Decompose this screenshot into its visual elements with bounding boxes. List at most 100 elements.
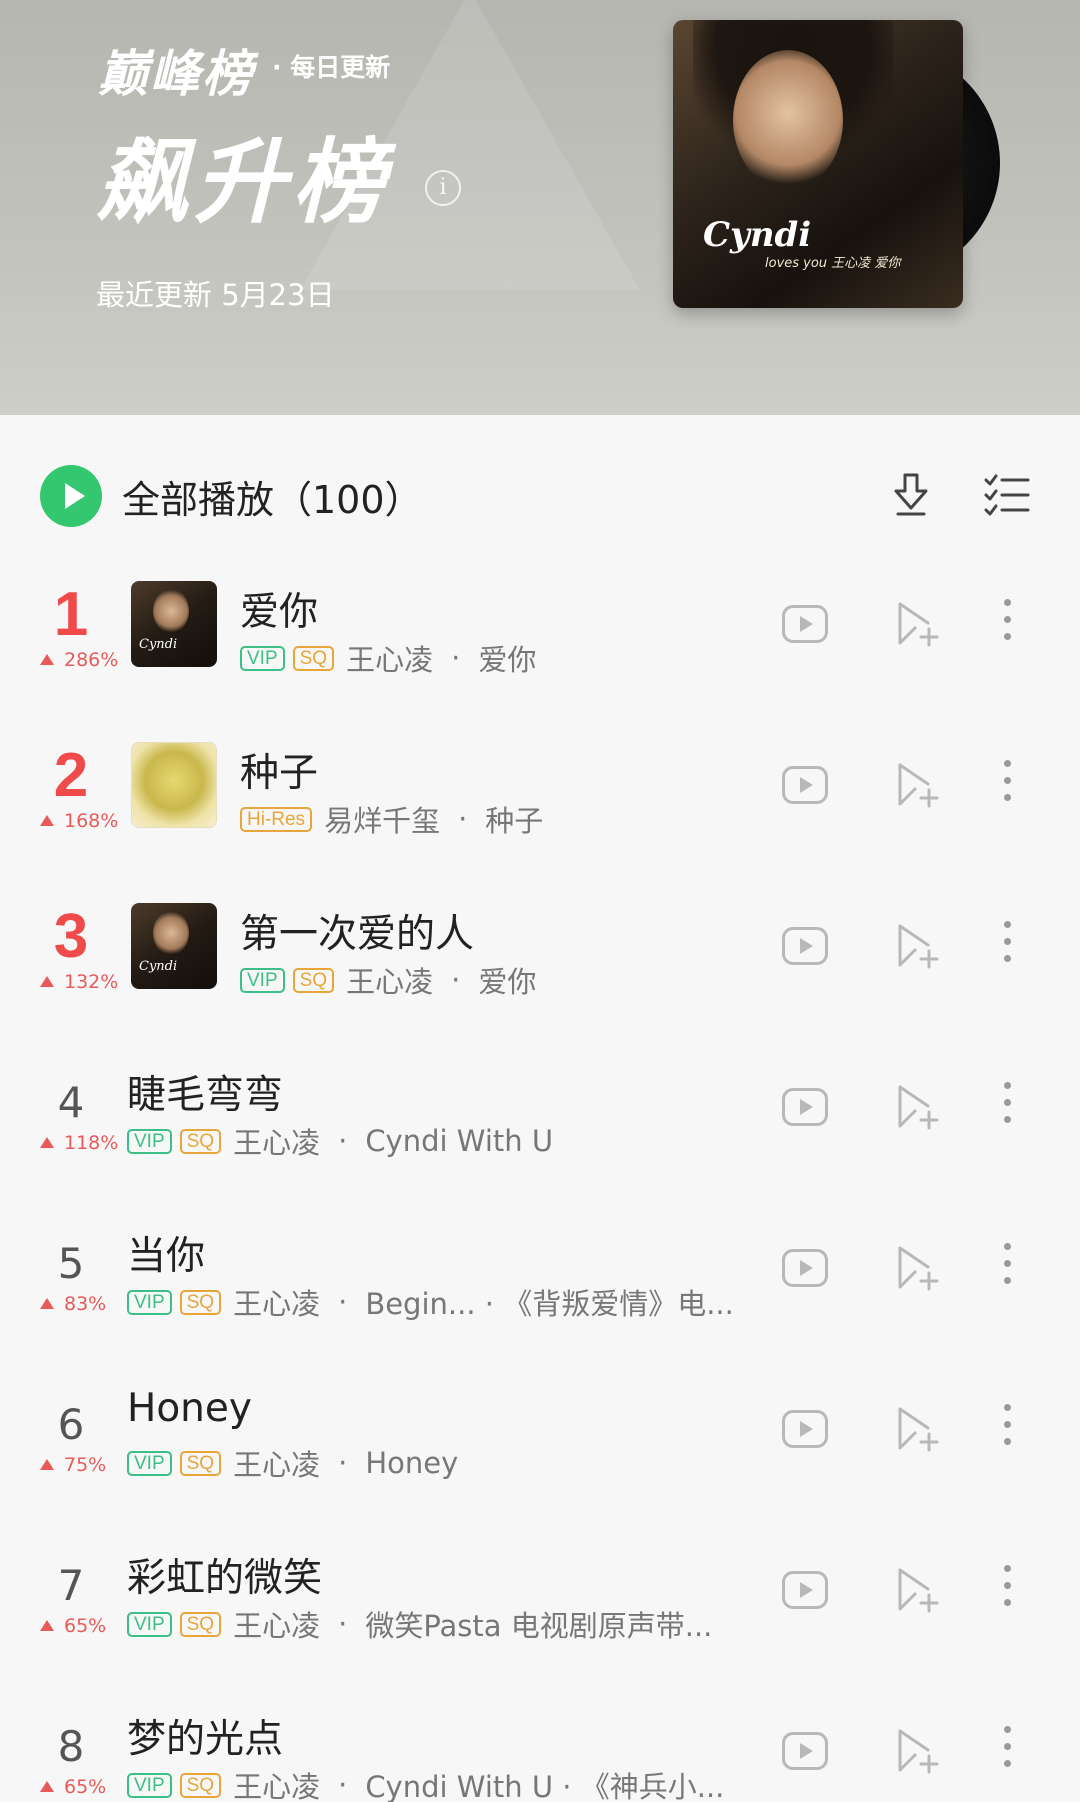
add-to-playlist-icon[interactable] xyxy=(896,1406,940,1452)
add-to-playlist-icon[interactable] xyxy=(896,1245,940,1291)
trend-up-icon xyxy=(40,1137,54,1148)
song-row[interactable]: 2 168% 种子 Hi-Res 易烊千玺 · 种子 xyxy=(0,741,1080,903)
song-album: Begin... · 《背叛爱情》电... xyxy=(365,1287,734,1321)
song-album: Cyndi With U xyxy=(365,1124,554,1158)
add-to-playlist-icon[interactable] xyxy=(896,1728,940,1774)
song-rank: 1 xyxy=(53,580,89,649)
song-title: 梦的光点 xyxy=(127,1717,284,1762)
vip-badge: VIP xyxy=(127,1450,172,1476)
more-options-icon[interactable] xyxy=(1000,921,1014,969)
trend-badge: 65% xyxy=(40,1776,106,1798)
song-row[interactable]: 8 65% 梦的光点 VIP SQ 王心凌 · Cyndi With U · 《… xyxy=(0,1708,1080,1802)
trend-up-icon xyxy=(40,976,54,987)
meta-separator: · xyxy=(451,963,461,997)
chart-header: 巅峰榜 · 每日更新 飙升榜 i 最近更新 5月23日 Cyndi loves … xyxy=(0,0,1080,415)
vip-badge: VIP xyxy=(240,645,285,671)
cover-logo-sub: loves you 王心凌 爱你 xyxy=(765,256,901,271)
sq-badge: SQ xyxy=(292,645,335,671)
vip-badge: VIP xyxy=(127,1611,172,1637)
album-cover-thumb xyxy=(131,742,217,828)
more-options-icon[interactable] xyxy=(1000,599,1014,647)
meta-separator: · xyxy=(338,1124,348,1158)
song-album: 微笑Pasta 电视剧原声带... xyxy=(365,1609,713,1643)
song-album: 爱你 xyxy=(478,643,537,677)
more-options-icon[interactable] xyxy=(1000,1726,1014,1774)
play-video-icon[interactable] xyxy=(782,1410,828,1448)
play-video-icon[interactable] xyxy=(782,766,828,804)
sq-badge: SQ xyxy=(179,1611,222,1637)
vip-badge: VIP xyxy=(127,1128,172,1154)
vip-badge: VIP xyxy=(240,967,285,993)
song-row[interactable]: 1 286% 爱你 VIP SQ 王心凌 · 爱你 xyxy=(0,580,1080,742)
song-meta: VIP SQ 王心凌 · 微笑Pasta 电视剧原声带... xyxy=(127,1603,712,1645)
play-all-label: 全部播放（100） xyxy=(122,477,423,522)
song-title: 当你 xyxy=(127,1234,206,1279)
song-meta: VIP SQ 王心凌 · Begin... · 《背叛爱情》电... xyxy=(127,1281,734,1323)
hi-res-badge: Hi-Res xyxy=(240,806,313,832)
play-video-icon[interactable] xyxy=(782,927,828,965)
song-row[interactable]: 3 132% 第一次爱的人 VIP SQ 王心凌 · 爱你 xyxy=(0,902,1080,1064)
trend-badge: 83% xyxy=(40,1293,106,1315)
add-to-playlist-icon[interactable] xyxy=(896,601,940,647)
song-row[interactable]: 6 75% Honey VIP SQ 王心凌 · Honey xyxy=(0,1386,1080,1547)
more-options-icon[interactable] xyxy=(1000,1082,1014,1130)
song-meta: VIP SQ 王心凌 · Cyndi With U xyxy=(127,1120,553,1162)
song-artist: 王心凌 xyxy=(346,643,434,677)
trend-up-icon xyxy=(40,1298,54,1309)
chart-cover-image[interactable]: Cyndi loves you 王心凌 爱你 xyxy=(673,20,963,308)
song-album: Cyndi With U · 《神兵小... xyxy=(365,1770,725,1802)
play-video-icon[interactable] xyxy=(782,1571,828,1609)
trend-badge: 118% xyxy=(40,1132,118,1154)
song-title: 彩虹的微笑 xyxy=(127,1556,323,1601)
add-to-playlist-icon[interactable] xyxy=(896,1084,940,1130)
vip-badge: VIP xyxy=(127,1289,172,1315)
meta-separator: · xyxy=(458,802,468,836)
meta-separator: · xyxy=(338,1768,348,1802)
sq-badge: SQ xyxy=(179,1289,222,1315)
song-rank: 5 xyxy=(57,1239,85,1288)
more-options-icon[interactable] xyxy=(1000,1404,1014,1452)
song-title: 爱你 xyxy=(240,590,319,635)
song-meta: VIP SQ 王心凌 · Cyndi With U · 《神兵小... xyxy=(127,1764,724,1802)
play-video-icon[interactable] xyxy=(782,1249,828,1287)
add-to-playlist-icon[interactable] xyxy=(896,762,940,808)
song-meta: VIP SQ 王心凌 · 爱你 xyxy=(240,637,536,679)
trend-badge: 286% xyxy=(40,649,118,671)
more-options-icon[interactable] xyxy=(1000,1565,1014,1613)
trend-up-icon xyxy=(40,654,54,665)
song-row[interactable]: 7 65% 彩虹的微笑 VIP SQ 王心凌 · 微笑Pasta 电视剧原声带.… xyxy=(0,1547,1080,1708)
brand-subtitle: · 每日更新 xyxy=(272,53,391,82)
play-circle-icon xyxy=(40,465,102,527)
song-row[interactable]: 5 83% 当你 VIP SQ 王心凌 · Begin... · 《背叛爱情》电… xyxy=(0,1225,1080,1386)
sq-badge: SQ xyxy=(179,1128,222,1154)
play-video-icon[interactable] xyxy=(782,605,828,643)
meta-separator: · xyxy=(338,1285,348,1319)
song-rank: 4 xyxy=(57,1078,85,1127)
download-icon[interactable] xyxy=(888,471,934,517)
song-meta: VIP SQ 王心凌 · Honey xyxy=(127,1442,458,1484)
add-to-playlist-icon[interactable] xyxy=(896,923,940,969)
play-video-icon[interactable] xyxy=(782,1732,828,1770)
meta-separator: · xyxy=(451,641,461,675)
add-to-playlist-icon[interactable] xyxy=(896,1567,940,1613)
more-options-icon[interactable] xyxy=(1000,760,1014,808)
multi-select-icon[interactable] xyxy=(984,471,1030,517)
sq-badge: SQ xyxy=(292,967,335,993)
sq-badge: SQ xyxy=(179,1772,222,1798)
trend-badge: 65% xyxy=(40,1615,106,1637)
play-video-icon[interactable] xyxy=(782,1088,828,1126)
song-artist: 王心凌 xyxy=(233,1770,321,1802)
info-icon[interactable]: i xyxy=(425,170,461,206)
song-title: 睫毛弯弯 xyxy=(127,1073,284,1118)
song-artist: 王心凌 xyxy=(233,1448,321,1482)
song-row[interactable]: 4 118% 睫毛弯弯 VIP SQ 王心凌 · Cyndi With U xyxy=(0,1064,1080,1225)
song-album: 种子 xyxy=(485,804,544,838)
brand-name: 巅峰榜 xyxy=(98,45,254,103)
play-all-button[interactable]: 全部播放（100） xyxy=(40,465,423,527)
song-artist: 王心凌 xyxy=(233,1609,321,1643)
vip-badge: VIP xyxy=(127,1772,172,1798)
album-cover-thumb xyxy=(131,903,217,989)
trend-up-icon xyxy=(40,1781,54,1792)
more-options-icon[interactable] xyxy=(1000,1243,1014,1291)
song-rank: 3 xyxy=(53,902,89,971)
